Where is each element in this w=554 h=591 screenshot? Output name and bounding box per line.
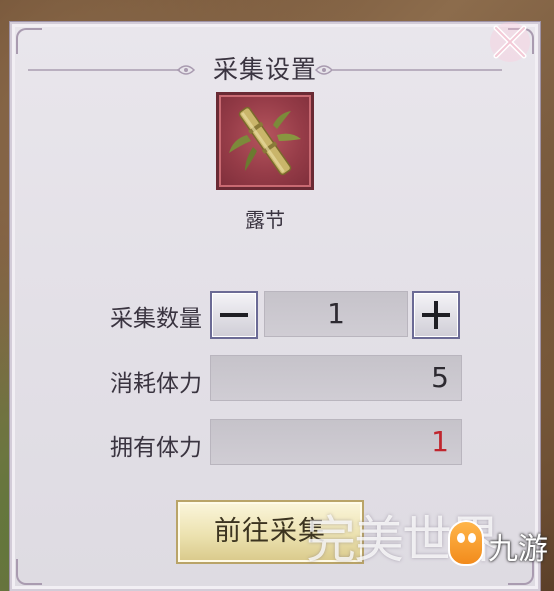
minus-icon	[220, 313, 248, 317]
corner-ornament	[16, 559, 42, 585]
item-slot[interactable]	[216, 92, 314, 190]
item-name: 露节	[245, 208, 285, 232]
title-divider-right	[332, 69, 502, 71]
bamboo-icon	[229, 106, 301, 176]
quantity-label: 采集数量	[110, 306, 202, 332]
brand-logo-text: 九游	[488, 532, 548, 567]
flourish-icon	[314, 65, 334, 75]
plus-icon	[434, 301, 438, 329]
decrease-quantity-button[interactable]	[210, 291, 258, 339]
stamina-cost-label: 消耗体力	[110, 371, 202, 397]
increase-quantity-button[interactable]	[412, 291, 460, 339]
stamina-owned-value: 1	[210, 419, 462, 465]
title-row: 采集设置	[0, 50, 530, 90]
brand-logo: 九游	[448, 516, 552, 572]
go-gather-button[interactable]: 前往采集	[176, 500, 364, 564]
mascot-icon	[448, 520, 484, 566]
title-divider-left	[28, 69, 180, 71]
stamina-cost-value: 5	[210, 355, 462, 401]
quantity-field[interactable]: 1	[264, 291, 408, 337]
stamina-owned-label: 拥有体力	[110, 435, 202, 461]
